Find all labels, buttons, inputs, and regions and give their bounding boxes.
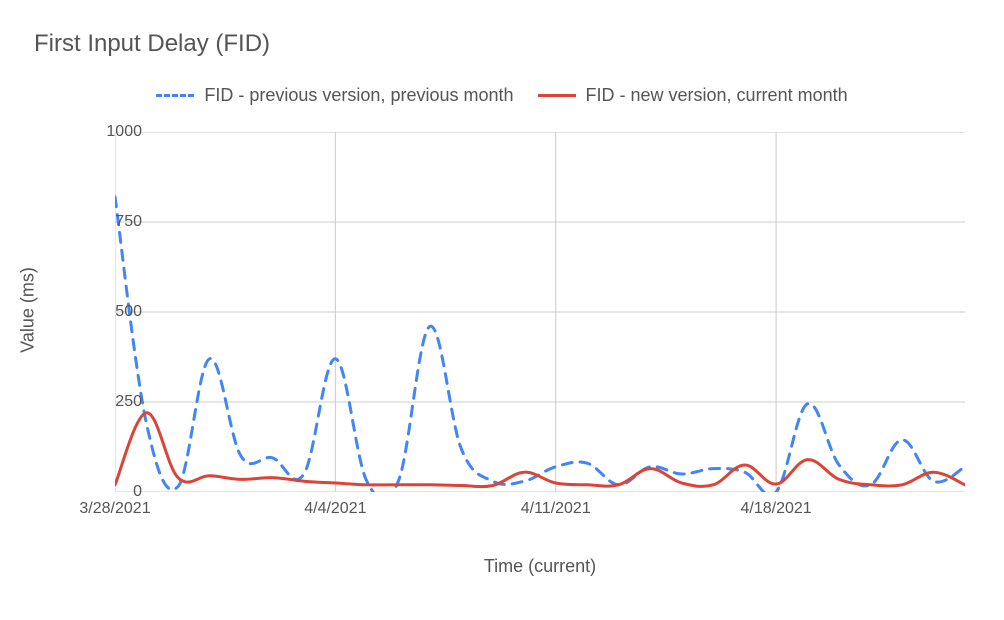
x-axis-label: Time (current)	[484, 556, 596, 577]
chart-plot-area	[115, 132, 965, 492]
x-tick-label: 4/11/2021	[521, 500, 591, 518]
chart-svg	[115, 132, 965, 492]
legend-swatch-solid-icon	[538, 94, 576, 97]
x-tick-label: 4/18/2021	[741, 500, 812, 518]
y-tick-label: 250	[115, 393, 142, 411]
legend-label-curr: FID - new version, current month	[586, 85, 848, 106]
legend: FID - previous version, previous month F…	[0, 85, 1004, 106]
legend-label-prev: FID - previous version, previous month	[204, 85, 513, 106]
y-tick-label: 500	[115, 303, 142, 321]
chart-title: First Input Delay (FID)	[34, 30, 270, 58]
legend-swatch-dashed-icon	[156, 94, 194, 97]
y-tick-label: 750	[115, 213, 142, 231]
y-tick-label: 1000	[106, 123, 142, 141]
y-tick-label: 0	[133, 483, 142, 501]
x-tick-label: 3/28/2021	[79, 500, 150, 518]
y-axis-label: Value (ms)	[18, 267, 39, 353]
x-tick-label: 4/4/2021	[304, 500, 366, 518]
legend-item-curr: FID - new version, current month	[538, 85, 848, 106]
series-line-0	[115, 197, 965, 492]
legend-item-prev: FID - previous version, previous month	[156, 85, 513, 106]
series-line-1	[115, 413, 965, 487]
